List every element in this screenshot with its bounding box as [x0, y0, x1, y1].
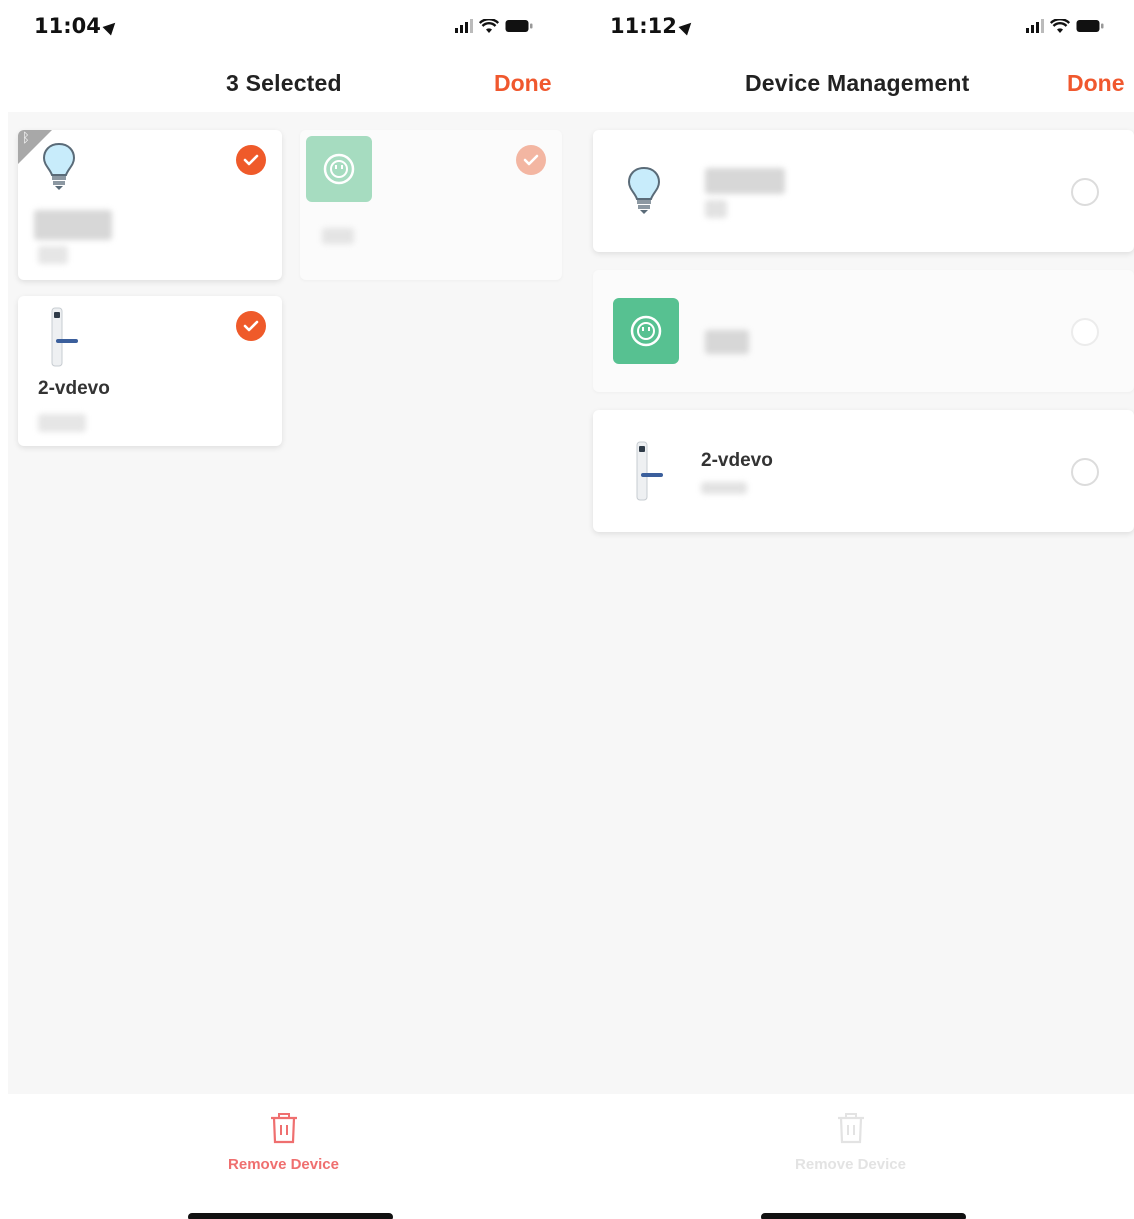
redacted-name	[34, 210, 112, 240]
door-lock-icon	[636, 441, 663, 501]
door-lock-icon	[51, 307, 78, 367]
select-radio[interactable]	[1071, 318, 1099, 346]
device-list: 2-vdevo	[567, 112, 1134, 1094]
status-icons	[455, 17, 533, 35]
select-radio[interactable]	[1071, 178, 1099, 206]
redacted-name	[705, 330, 749, 354]
battery-icon	[1076, 19, 1104, 33]
device-card-lock[interactable]: 2-vdevo	[18, 296, 282, 446]
nav-bar: Device Management Done	[567, 60, 1134, 110]
trash-icon[interactable]	[269, 1112, 299, 1144]
status-time: 11:04	[34, 14, 120, 38]
redacted-room	[38, 414, 86, 432]
home-indicator	[761, 1213, 966, 1219]
device-name: 2-vdevo	[701, 450, 773, 471]
bottom-action-bar: Remove Device	[0, 1100, 567, 1173]
cellular-signal-icon	[1026, 19, 1044, 33]
wifi-icon	[479, 18, 499, 34]
page-title: 3 Selected	[226, 70, 342, 96]
redacted-room	[38, 246, 68, 264]
status-time: 11:12	[610, 14, 696, 38]
remove-device-button: Remove Device	[795, 1156, 906, 1173]
remove-device-button[interactable]: Remove Device	[0, 1156, 567, 1173]
select-radio[interactable]	[1071, 458, 1099, 486]
device-name: 2-vdevo	[38, 378, 110, 399]
location-arrow-icon	[102, 18, 120, 36]
redacted-name	[322, 228, 354, 244]
socket-icon	[306, 136, 372, 202]
device-card-socket[interactable]	[300, 130, 562, 280]
socket-icon	[613, 298, 679, 364]
selected-check-icon[interactable]	[516, 145, 546, 175]
home-indicator	[188, 1213, 393, 1219]
device-row-bulb[interactable]	[593, 130, 1134, 252]
status-icons	[1026, 17, 1104, 35]
selected-check-icon[interactable]	[236, 311, 266, 341]
device-card-bulb[interactable]: ᛒ	[18, 130, 282, 280]
device-grid: ᛒ 2-vdevo	[8, 112, 567, 1094]
battery-icon	[505, 19, 533, 33]
done-button[interactable]: Done	[1067, 70, 1125, 97]
left-screen: 11:04 3 Selected Done ᛒ 2-vdevo Remove D…	[0, 0, 567, 1219]
nav-bar: 3 Selected Done	[0, 60, 567, 110]
page-title: Device Management	[745, 70, 970, 96]
selected-check-icon[interactable]	[236, 145, 266, 175]
bulb-icon	[42, 142, 76, 190]
trash-icon	[837, 1113, 864, 1144]
done-button[interactable]: Done	[494, 70, 552, 97]
device-row-lock[interactable]: 2-vdevo	[593, 410, 1134, 532]
bottom-action-bar: Remove Device	[567, 1100, 1134, 1173]
location-arrow-icon	[678, 18, 696, 36]
bulb-icon	[627, 166, 661, 214]
right-screen: 11:12 Device Management Done 2-vdevo Rem…	[567, 0, 1134, 1219]
redacted-room	[701, 482, 747, 494]
device-row-socket[interactable]	[593, 270, 1134, 392]
redacted-room	[705, 200, 727, 218]
redacted-name	[705, 168, 785, 194]
cellular-signal-icon	[455, 19, 473, 33]
bluetooth-icon: ᛒ	[22, 131, 30, 146]
wifi-icon	[1050, 18, 1070, 34]
